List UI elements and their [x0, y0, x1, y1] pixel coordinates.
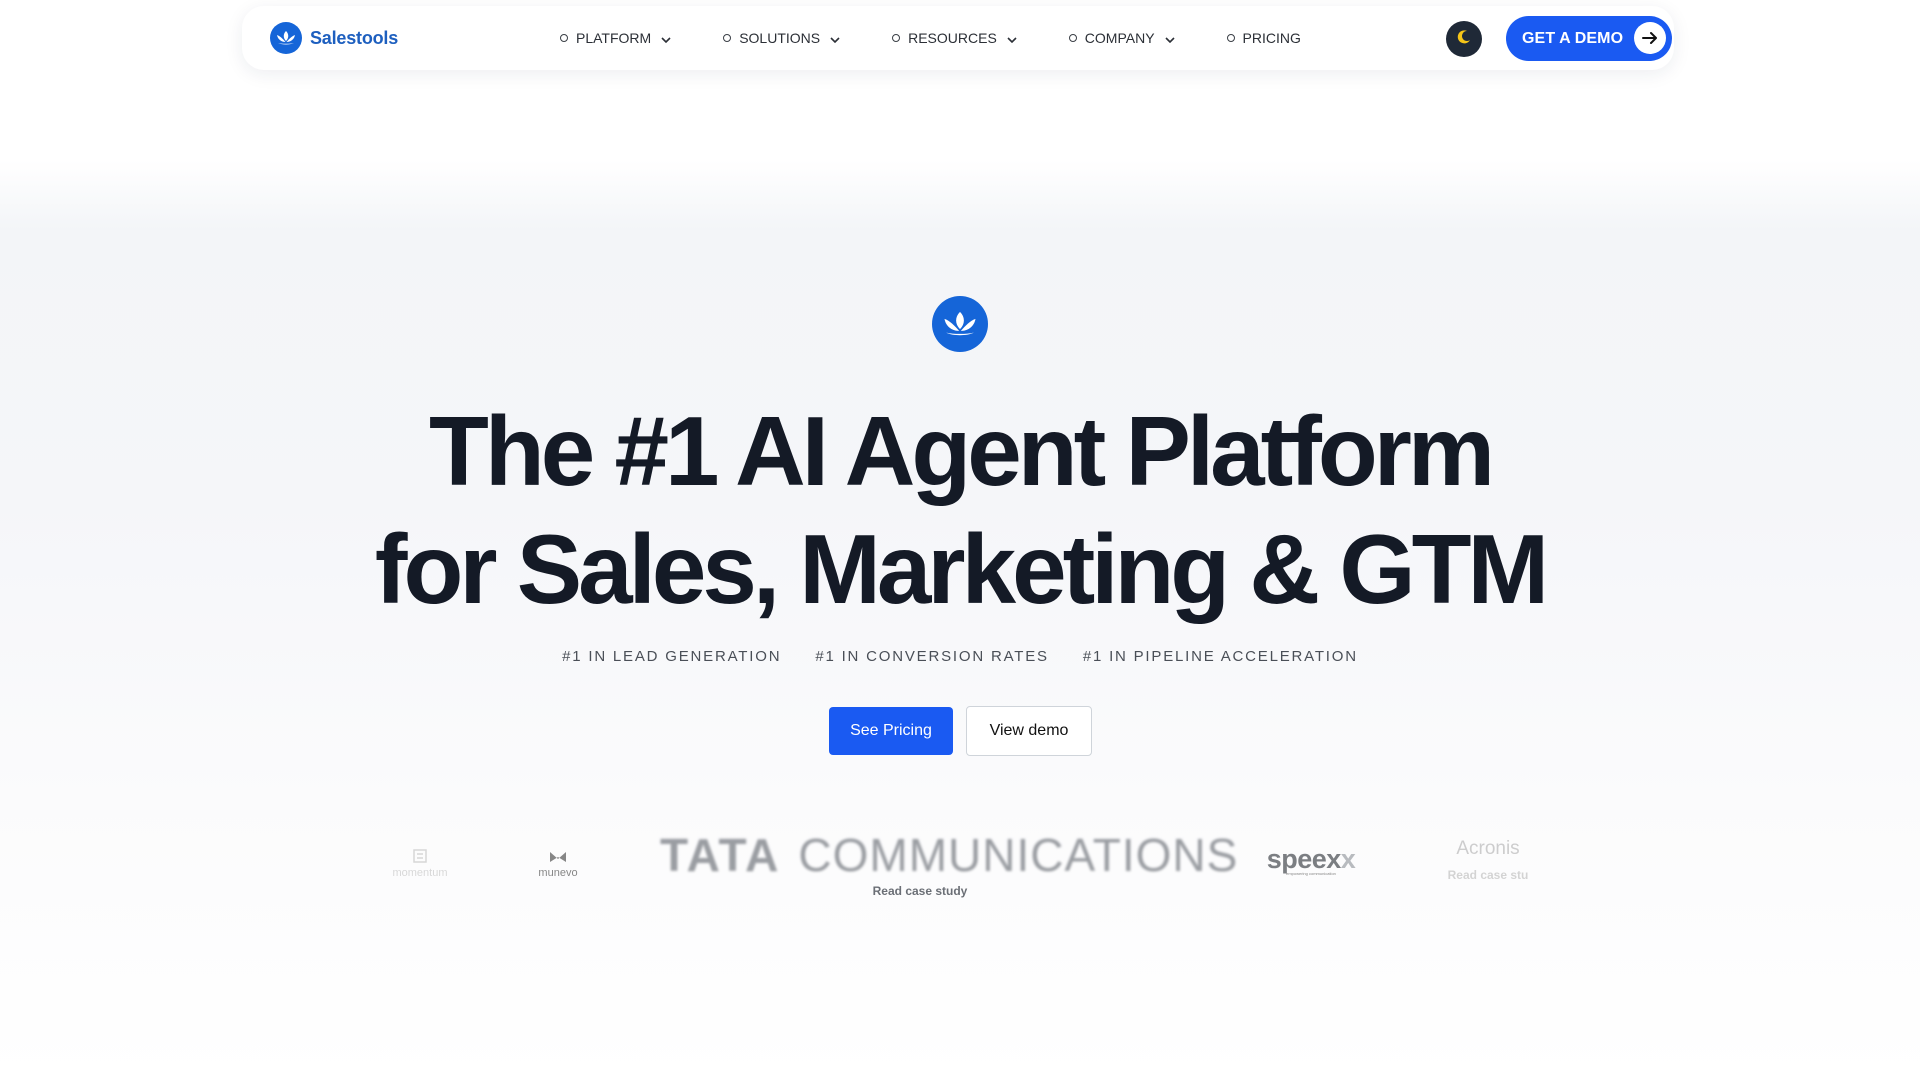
hero-headline: The #1 AI Agent Platform for Sales, Mark…	[0, 392, 1920, 628]
circle-bullet-icon	[892, 34, 901, 42]
circle-bullet-icon	[1226, 34, 1235, 42]
read-case-study-link[interactable]: Read case stu	[1438, 868, 1538, 882]
circle-bullet-icon	[723, 34, 732, 42]
top-navbar: Salestools PLATFORM SOLUTIONS RESOURCES	[242, 6, 1674, 70]
chevron-down-icon	[1164, 30, 1175, 46]
headline-line-2: for Sales, Marketing & GTM	[374, 514, 1549, 624]
acronis-wordmark: Acronis	[1456, 838, 1520, 859]
nav-item-pricing[interactable]: PRICING	[1226, 30, 1301, 46]
view-demo-button[interactable]: View demo	[966, 706, 1092, 756]
main-nav: PLATFORM SOLUTIONS RESOURCES COMPANY PRI…	[560, 6, 1301, 70]
theme-toggle-button[interactable]	[1446, 21, 1482, 57]
circle-bullet-icon	[1068, 34, 1077, 42]
hero-cta-row: See Pricing View demo	[829, 706, 1092, 756]
nav-item-label: RESOURCES	[908, 30, 997, 46]
tata-wordmark: TATA COMMUNICATIONS	[660, 829, 1239, 881]
badge-conversion-rates: #1 IN CONVERSION RATES	[815, 648, 1049, 665]
get-a-demo-label: GET A DEMO	[1522, 29, 1624, 47]
chevron-down-icon	[830, 30, 840, 46]
brand-name: Salestools	[310, 27, 399, 48]
badge-lead-generation: #1 IN LEAD GENERATION	[562, 648, 782, 665]
nav-item-label: SOLUTIONS	[739, 30, 821, 46]
munevo-wordmark: munevo	[538, 867, 578, 879]
brand-link[interactable]: Salestools	[270, 22, 398, 54]
nav-item-resources[interactable]: RESOURCES	[892, 30, 1017, 46]
arrow-right-icon	[1634, 22, 1666, 54]
nav-item-label: PLATFORM	[576, 30, 652, 46]
speexx-logo[interactable]: speexx empowering communication	[1256, 844, 1366, 876]
read-case-study-link[interactable]: Read case study	[660, 884, 1180, 898]
customer-logo-strip: momentum munevo TATA COMMUNICATIONS Read …	[380, 820, 1540, 920]
chevron-down-icon	[661, 30, 671, 46]
circle-bullet-icon	[560, 34, 568, 42]
munevo-mark-icon	[550, 852, 566, 862]
nav-item-label: PRICING	[1242, 30, 1301, 46]
badge-pipeline-acceleration: #1 IN PIPELINE ACCELERATION	[1082, 648, 1358, 665]
chevron-down-icon	[1007, 30, 1017, 46]
munevo-logo[interactable]: munevo	[535, 850, 581, 879]
tata-communications-logo[interactable]: TATA COMMUNICATIONS Read case study	[660, 828, 1239, 898]
nav-item-label: COMPANY	[1084, 30, 1155, 46]
nav-item-company[interactable]: COMPANY	[1068, 30, 1175, 46]
hero-lotus-logo-icon	[932, 296, 988, 352]
lotus-logo-icon	[270, 22, 302, 54]
nav-item-solutions[interactable]: SOLUTIONS	[723, 30, 840, 46]
get-a-demo-button[interactable]: GET A DEMO	[1506, 16, 1672, 61]
see-pricing-button[interactable]: See Pricing	[829, 707, 953, 755]
moon-icon	[1456, 29, 1472, 50]
hero-badges: #1 IN LEAD GENERATION #1 IN CONVERSION R…	[0, 648, 1920, 665]
nav-item-platform[interactable]: PLATFORM	[560, 30, 671, 46]
acronis-logo[interactable]: Acronis Read case stu	[1438, 838, 1538, 882]
momentum-mark-icon	[413, 849, 427, 863]
momentum-logo[interactable]: momentum	[380, 848, 460, 879]
headline-line-1: The #1 AI Agent Platform	[428, 396, 1495, 506]
momentum-wordmark: momentum	[392, 867, 448, 879]
